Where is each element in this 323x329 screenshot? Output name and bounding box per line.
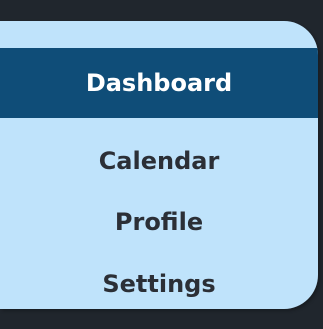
menu-item-settings[interactable]: Settings <box>0 255 318 309</box>
menu-item-profile[interactable]: Profile <box>0 193 318 251</box>
menu-item-dashboard[interactable]: Dashboard <box>0 48 318 118</box>
navigation-menu: Dashboard Calendar Profile Settings <box>0 21 318 309</box>
menu-item-calendar[interactable]: Calendar <box>0 132 318 190</box>
